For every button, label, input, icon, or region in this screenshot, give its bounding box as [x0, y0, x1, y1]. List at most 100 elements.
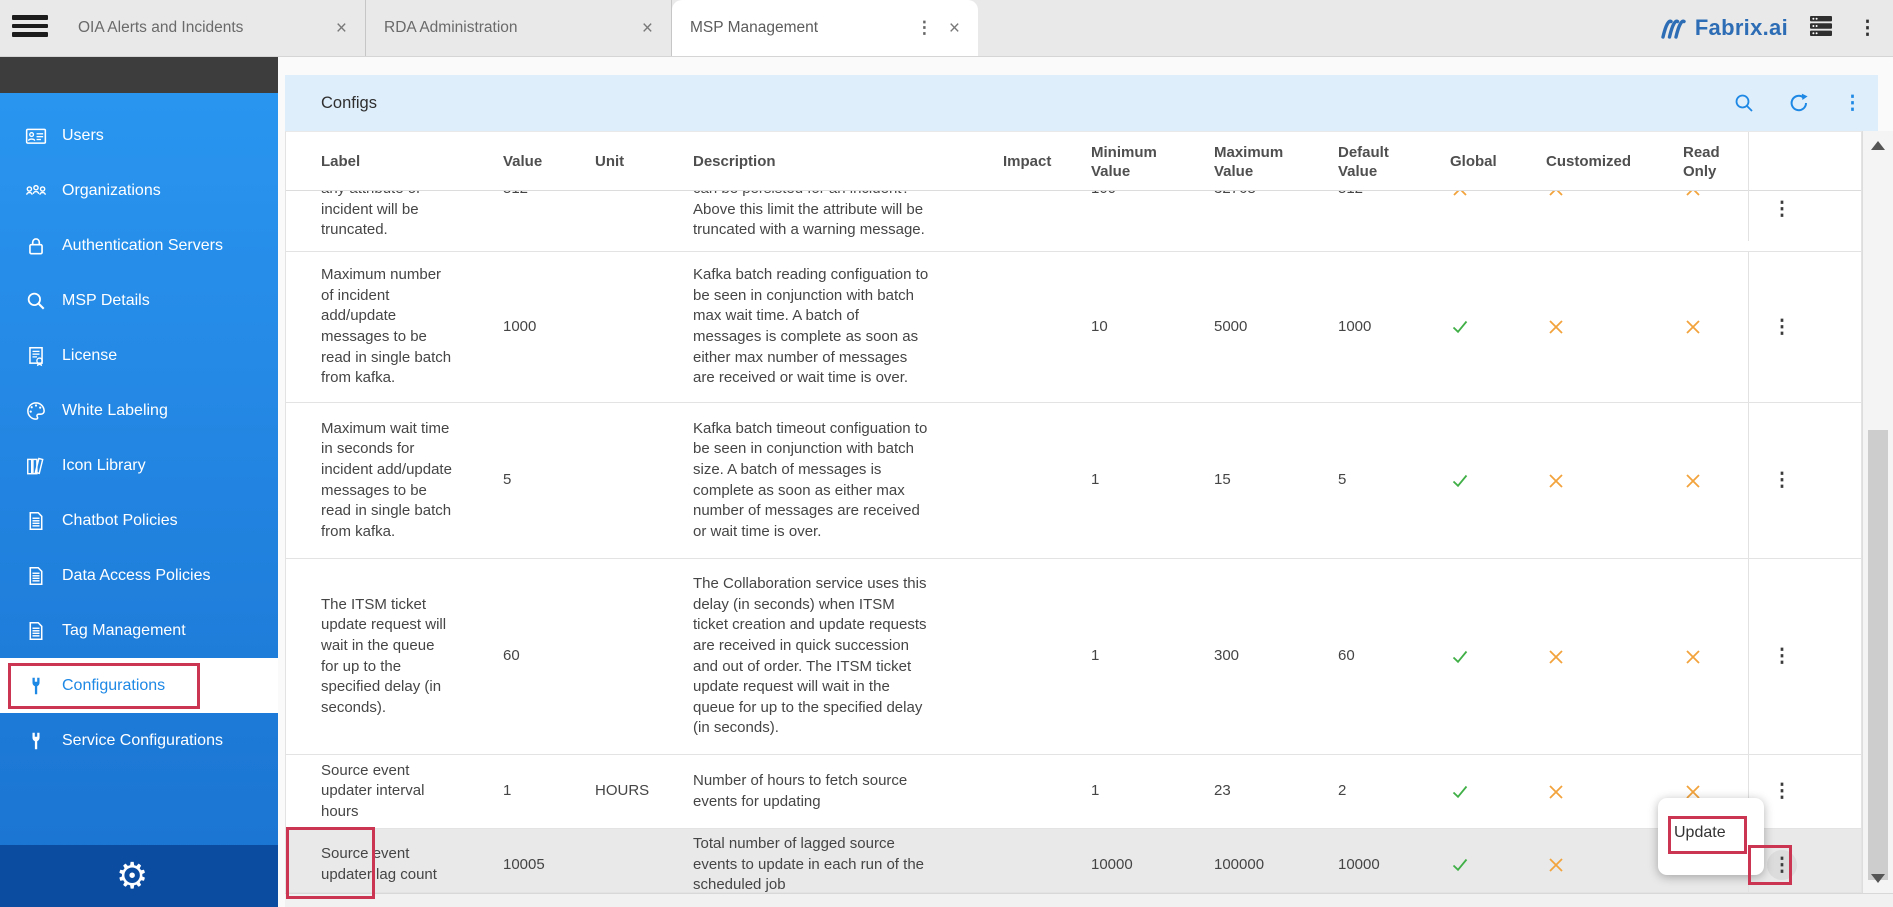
col-header-default-value: Default Value	[1326, 143, 1438, 181]
topbar-right: Fabrix.ai ⋮	[1659, 0, 1881, 56]
topbar-kebab-icon[interactable]: ⋮	[1854, 17, 1881, 40]
wrench-icon	[24, 674, 48, 698]
col-header-minimum-value: Minimum Value	[1079, 143, 1202, 181]
sidebar-item-label: Configurations	[62, 677, 165, 695]
tab-label: OIA Alerts and Incidents	[78, 19, 243, 37]
cell-maximum-value: 300	[1202, 646, 1326, 667]
cell-unit: HOURS	[583, 781, 681, 802]
refresh-icon[interactable]	[1787, 91, 1811, 115]
update-menu-item[interactable]: Update	[1674, 824, 1726, 842]
cell-global-check-icon	[1438, 855, 1534, 875]
document-icon	[24, 619, 48, 643]
cell-label: any attribute ofincident will betruncate…	[321, 191, 491, 241]
scroll-up-arrow[interactable]	[1871, 141, 1885, 150]
sidebar-item-label: Authentication Servers	[62, 237, 223, 255]
table-body: any attribute ofincident will betruncate…	[286, 191, 1861, 893]
horizontal-scrollbar[interactable]	[285, 893, 1893, 907]
sidebar-item-label: Service Configurations	[62, 732, 223, 750]
cell-minimum-value: 10	[1079, 317, 1202, 338]
hamburger-menu-icon[interactable]	[12, 11, 48, 43]
settings-gear-icon[interactable]: ⚙	[116, 858, 148, 894]
sidebar: UsersOrganizations Authentication Servers…	[0, 56, 278, 907]
cell-description: can be persisted for an incident?Above t…	[681, 191, 991, 241]
tab-close-icon[interactable]: ×	[642, 19, 653, 38]
sidebar-item-label: Tag Management	[62, 622, 186, 640]
tab-msp-management[interactable]: MSP Management ⋮ ×	[672, 0, 978, 56]
scroll-down-arrow[interactable]	[1871, 874, 1885, 883]
config-row-3: Maximum wait timein seconds forincident …	[286, 403, 1861, 559]
cell-default-value: 10000	[1326, 855, 1438, 876]
col-header-customized: Customized	[1534, 152, 1679, 171]
cell-global-check-icon	[1438, 471, 1534, 491]
panel-kebab-icon[interactable]: ⋮	[1843, 92, 1862, 115]
sidebar-nav: UsersOrganizations Authentication Servers…	[0, 108, 278, 768]
scrollbar-thumb[interactable]	[1868, 430, 1888, 880]
sidebar-item-tag-management[interactable]: Tag Management	[0, 603, 278, 658]
cell-description: Total number of lagged sourceevents to u…	[681, 834, 991, 893]
tab-rda-administration[interactable]: RDA Administration×	[366, 0, 672, 56]
vertical-scrollbar[interactable]	[1862, 131, 1893, 893]
cell-minimum-value: 10000	[1079, 855, 1202, 876]
brand-text: Fabrix.ai	[1695, 15, 1788, 41]
sidebar-item-white-labeling[interactable]: White Labeling	[0, 383, 278, 438]
row-kebab-button[interactable]: ⋮	[1767, 466, 1797, 496]
col-header-value: Value	[491, 152, 583, 171]
document-icon	[24, 564, 48, 588]
sidebar-item-authentication-servers[interactable]: Authentication Servers	[0, 218, 278, 273]
tab-kebab-icon[interactable]: ⋮	[916, 18, 933, 38]
sidebar-item-label: Chatbot Policies	[62, 512, 178, 530]
tab-close-icon[interactable]: ×	[949, 19, 960, 38]
sidebar-item-license[interactable]: License	[0, 328, 278, 383]
sidebar-item-chatbot-policies[interactable]: Chatbot Policies	[0, 493, 278, 548]
cell-label: Source eventupdater intervalhours	[321, 761, 491, 823]
row-context-menu: Update	[1658, 798, 1764, 875]
cell-customized-x-icon	[1534, 317, 1679, 337]
cell-customized-x-icon	[1534, 647, 1679, 667]
search-icon[interactable]	[1733, 92, 1755, 114]
tab-oia-alerts-and-incidents[interactable]: OIA Alerts and Incidents ×	[60, 0, 366, 56]
row-kebab-button[interactable]: ⋮	[1767, 642, 1797, 672]
lock-icon	[24, 234, 48, 258]
tab-close-icon[interactable]: ×	[336, 19, 347, 38]
cell-global-check-icon	[1438, 317, 1534, 337]
tab-strip: OIA Alerts and Incidents×RDA Administrat…	[60, 0, 978, 56]
cell-default-value: 2	[1326, 781, 1438, 802]
cell-description: Number of hours to fetch sourceevents fo…	[681, 771, 991, 812]
cell-label: Maximum numberof incidentadd/updatemessa…	[321, 265, 491, 389]
sidebar-item-label: MSP Details	[62, 292, 150, 310]
cell-default-value: 60	[1326, 646, 1438, 667]
document-icon	[24, 509, 48, 533]
cell-customized-x-icon	[1534, 471, 1679, 491]
sidebar-item-label: Icon Library	[62, 457, 146, 475]
server-stack-icon[interactable]	[1808, 14, 1834, 43]
cell-label: Source eventupdater lag count	[321, 844, 491, 885]
sidebar-item-msp-details[interactable]: MSP Details	[0, 273, 278, 328]
sidebar-dark-strip	[0, 56, 278, 93]
cell-maximum-value: 15	[1202, 470, 1326, 491]
sidebar-item-organizations[interactable]: Organizations	[0, 163, 278, 218]
configs-table: LabelValueUnitDescriptionImpactMinimum V…	[285, 131, 1862, 893]
row-kebab-button[interactable]: ⋮	[1767, 850, 1797, 880]
sidebar-item-configurations[interactable]: Configurations	[0, 658, 278, 713]
col-header-description: Description	[681, 152, 991, 171]
configs-panel-header: Configs ⋮	[285, 75, 1878, 131]
col-header-global: Global	[1438, 152, 1534, 171]
cell-actions: ⋮	[1748, 829, 1861, 893]
sidebar-item-service-configurations[interactable]: Service Configurations	[0, 713, 278, 768]
sidebar-item-users[interactable]: Users	[0, 108, 278, 163]
cell-read-only-x-icon	[1679, 191, 1748, 199]
panel-actions: ⋮	[1733, 91, 1862, 115]
row-kebab-button[interactable]: ⋮	[1767, 312, 1797, 342]
cell-customized-x-icon	[1534, 782, 1679, 802]
cell-maximum-value: 23	[1202, 781, 1326, 802]
magnifier-icon	[24, 289, 48, 313]
cell-maximum-value: 32768	[1202, 191, 1326, 200]
sidebar-item-icon-library[interactable]: Icon Library	[0, 438, 278, 493]
row-kebab-button[interactable]: ⋮	[1767, 777, 1797, 807]
tab-label: MSP Management	[690, 19, 818, 37]
cell-value: 1000	[491, 317, 583, 338]
row-kebab-button[interactable]: ⋮	[1767, 195, 1797, 225]
sidebar-item-label: Data Access Policies	[62, 567, 211, 585]
cell-default-value: 512	[1326, 191, 1438, 200]
sidebar-item-data-access-policies[interactable]: Data Access Policies	[0, 548, 278, 603]
